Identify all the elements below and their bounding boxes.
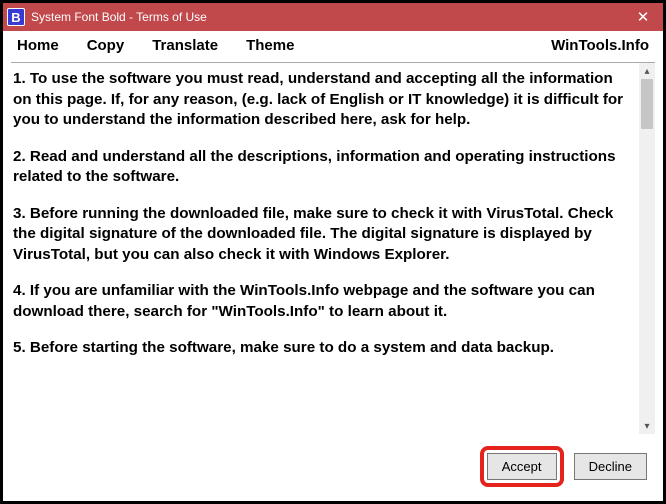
scroll-thumb[interactable] [641,79,653,129]
window-title: System Font Bold - Terms of Use [31,10,207,24]
terms-paragraph: 3. Before running the downloaded file, m… [13,204,633,266]
menu-copy[interactable]: Copy [87,37,125,54]
terms-paragraph: 5. Before starting the software, make su… [13,338,633,359]
close-icon: ✕ [637,8,650,26]
terms-paragraph: 1. To use the software you must read, un… [13,69,633,131]
decline-button[interactable]: Decline [574,453,647,480]
scroll-down-icon[interactable]: ▾ [639,418,655,434]
scrollbar[interactable]: ▴ ▾ [639,63,655,434]
menu-translate[interactable]: Translate [152,37,218,54]
terms-paragraph: 2. Read and understand all the descripti… [13,147,633,188]
footer: Accept Decline [3,434,663,501]
titlebar: B System Font Bold - Terms of Use ✕ [3,3,663,31]
scroll-up-icon[interactable]: ▴ [639,63,655,79]
menu-theme[interactable]: Theme [246,37,294,54]
close-button[interactable]: ✕ [623,3,663,31]
window: B System Font Bold - Terms of Use ✕ Home… [0,0,666,504]
terms-panel: 1. To use the software you must read, un… [11,62,655,434]
terms-paragraph: 4. If you are unfamiliar with the WinToo… [13,281,633,322]
terms-text: 1. To use the software you must read, un… [11,63,639,434]
menubar: Home Copy Translate Theme WinTools.Info [3,31,663,60]
menu-home[interactable]: Home [17,37,59,54]
app-icon: B [7,8,25,26]
accept-highlight: Accept [480,446,564,487]
brand-link[interactable]: WinTools.Info [551,37,649,54]
accept-button[interactable]: Accept [487,453,557,480]
